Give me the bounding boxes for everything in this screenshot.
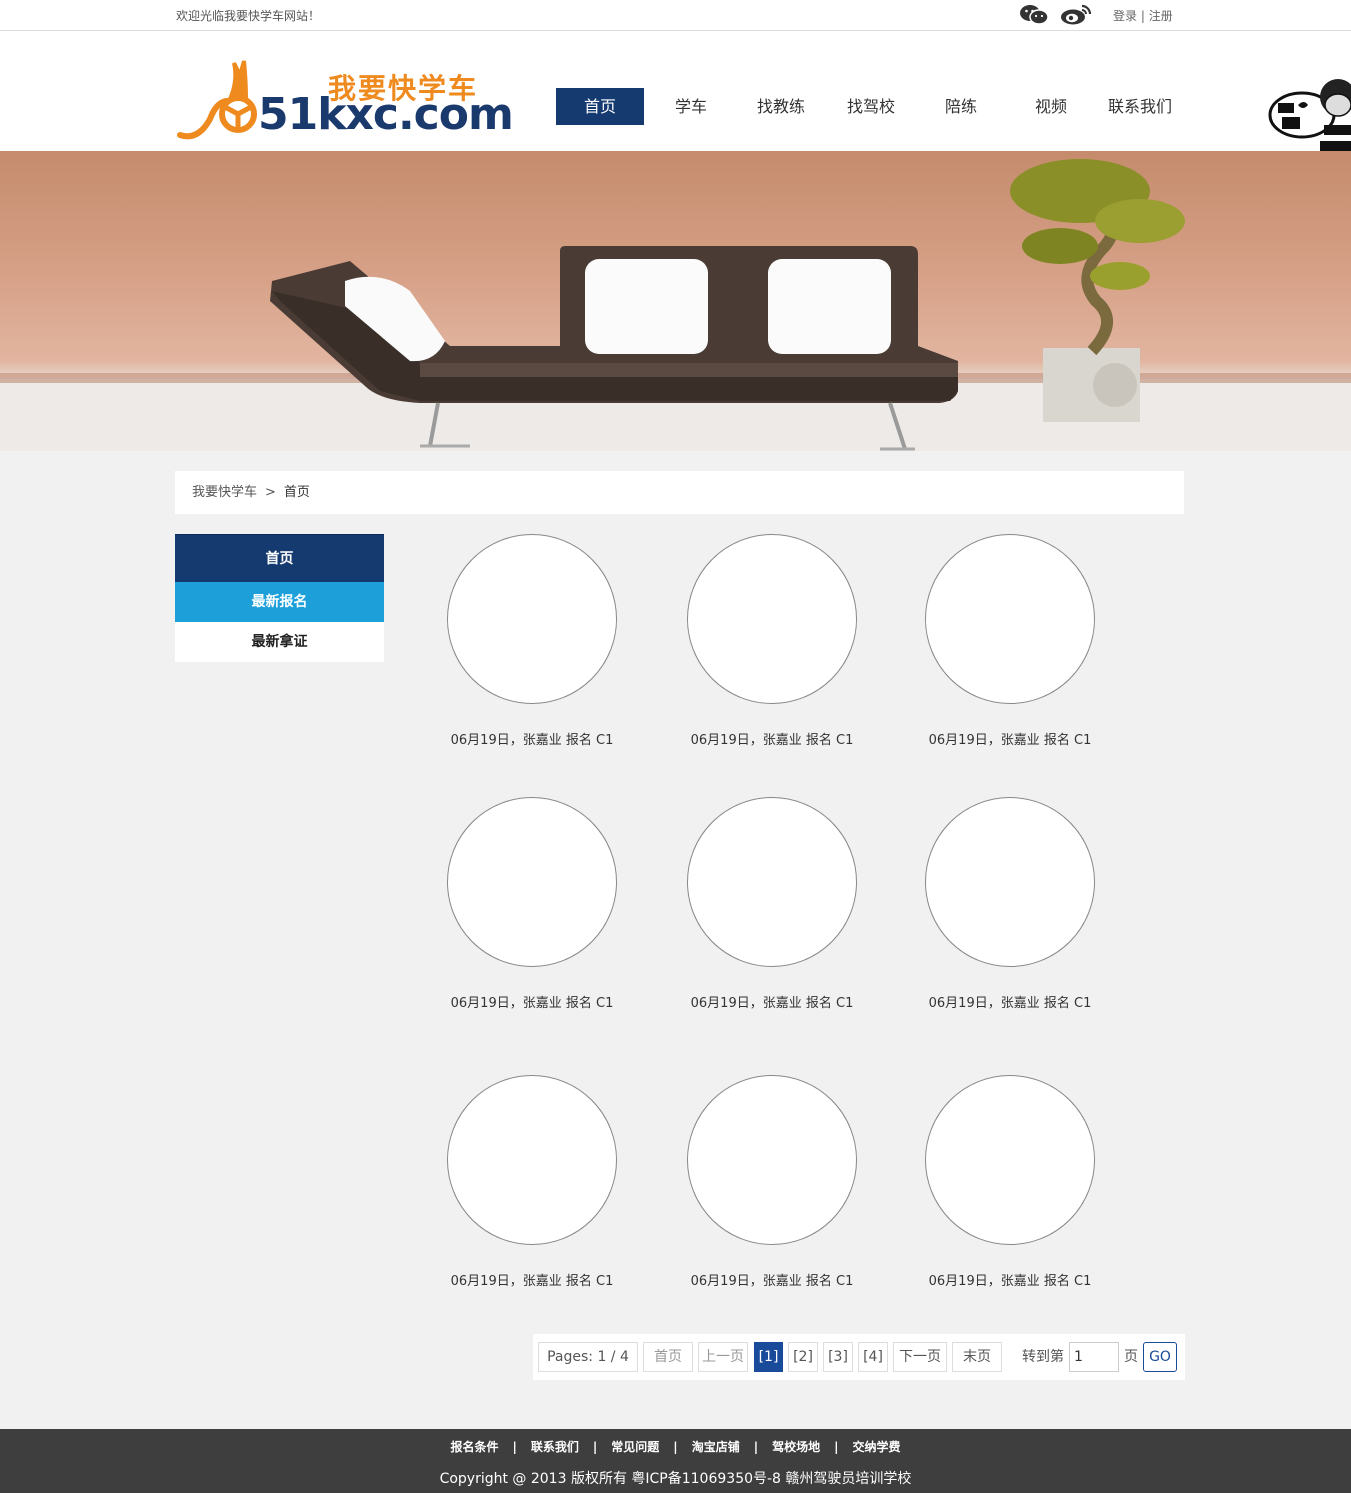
nav-item-school[interactable]: 找驾校 [826,88,916,125]
prev-page-button[interactable]: 上一页 [698,1342,748,1372]
breadcrumb-separator: > [265,485,276,500]
footer-separator: | [753,1440,759,1454]
nav-item-home[interactable]: 首页 [556,88,644,125]
goto-page-input[interactable] [1069,1342,1119,1372]
footer-link-tuition[interactable]: 交纳学费 [853,1440,901,1454]
footer-link-faq[interactable]: 常见问题 [611,1440,659,1454]
item-caption: 06月19日，张嘉业 报名 C1 [928,733,1092,748]
nav-item-video[interactable]: 视频 [1006,88,1096,125]
social-links [1018,3,1092,25]
register-link[interactable]: 注册 [1149,9,1173,23]
student-photo [925,534,1095,704]
auth-links: 登录 | 注册 [1113,7,1173,24]
sticker-image [1268,75,1351,153]
list-item[interactable]: 06月19日，张嘉业 报名 C1 [672,1075,872,1289]
list-item[interactable]: 06月19日，张嘉业 报名 C1 [910,534,1110,748]
footer-links: 报名条件 | 联系我们 | 常见问题 | 淘宝店铺 | 驾校场地 | 交纳学费 [0,1438,1351,1455]
footer-link-grounds[interactable]: 驾校场地 [772,1440,820,1454]
page-2-button[interactable]: [2] [788,1342,818,1372]
go-button[interactable]: GO [1143,1342,1177,1372]
list-item[interactable]: 06月19日，张嘉业 报名 C1 [910,797,1110,1011]
auth-divider: | [1140,9,1145,23]
logo-english-text: 51kxc.com [258,89,514,140]
next-page-button[interactable]: 下一页 [893,1342,947,1372]
welcome-text: 欢迎光临我要快学车网站！ [176,9,321,23]
kangaroo-logo-icon [177,60,257,140]
nav-item-contact[interactable]: 联系我们 [1096,88,1184,125]
login-link[interactable]: 登录 [1113,9,1137,23]
item-caption: 06月19日，张嘉业 报名 C1 [928,1274,1092,1289]
side-menu-title: 首页 [175,534,384,582]
footer: 报名条件 | 联系我们 | 常见问题 | 淘宝店铺 | 驾校场地 | 交纳学费 Copyright … [0,1429,1351,1493]
side-item-latest-license[interactable]: 最新拿证 [175,622,384,662]
student-photo [687,797,857,967]
item-caption: 06月19日，张嘉业 报名 C1 [450,996,614,1011]
footer-separator: | [834,1440,839,1454]
site-logo[interactable]: 我要快学车 51kxc.com [176,41,514,141]
goto-label: 转到第 [1022,1349,1064,1365]
breadcrumb: 我要快学车 > 首页 [175,471,1184,514]
copyright: Copyright @ 2013 版权所有 粤ICP备11069350号-8 赣… [439,1471,912,1487]
student-photo [447,1075,617,1245]
page-3-button[interactable]: [3] [823,1342,853,1372]
breadcrumb-root[interactable]: 我要快学车 [192,485,257,500]
item-caption: 06月19日，张嘉业 报名 C1 [690,733,854,748]
footer-link-requirements[interactable]: 报名条件 [450,1440,498,1454]
page-unit-label: 页 [1124,1349,1138,1365]
side-item-latest-signup[interactable]: 最新报名 [175,582,384,622]
first-page-button[interactable]: 首页 [643,1342,693,1372]
wechat-icon[interactable] [1018,3,1050,25]
page-4-button[interactable]: [4] [858,1342,888,1372]
footer-separator: | [512,1440,517,1454]
student-photo [925,797,1095,967]
list-item[interactable]: 06月19日，张嘉业 报名 C1 [672,534,872,748]
header: 我要快学车 51kxc.com 首页 学车 找教练 找驾校 陪练 视频 联系我们 [0,31,1351,151]
list-item[interactable]: 06月19日，张嘉业 报名 C1 [432,1075,632,1289]
side-menu: 首页 最新报名 最新拿证 [175,534,384,662]
main-nav: 首页 学车 找教练 找驾校 陪练 视频 联系我们 [556,88,1184,125]
page-count: Pages: 1 / 4 [538,1342,638,1372]
nav-item-learn[interactable]: 学车 [646,88,736,125]
student-photo [687,1075,857,1245]
hero-banner-image [0,151,1351,451]
pagination: Pages: 1 / 4 首页 上一页 [1] [2] [3] [4] 下一页 … [533,1334,1185,1380]
footer-separator: | [673,1440,678,1454]
nav-item-sparring[interactable]: 陪练 [916,88,1006,125]
list-item[interactable]: 06月19日，张嘉业 报名 C1 [432,534,632,748]
student-photo [447,534,617,704]
footer-link-taobao[interactable]: 淘宝店铺 [692,1440,740,1454]
top-bar: 欢迎光临我要快学车网站！ 登录 | 注册 [0,0,1351,31]
nav-item-coach[interactable]: 找教练 [736,88,826,125]
footer-separator: | [592,1440,598,1454]
list-item[interactable]: 06月19日，张嘉业 报名 C1 [432,797,632,1011]
item-caption: 06月19日，张嘉业 报名 C1 [690,1274,854,1289]
footer-link-contact[interactable]: 联系我们 [531,1440,579,1454]
breadcrumb-current: 首页 [283,485,310,500]
last-page-button[interactable]: 末页 [952,1342,1002,1372]
list-item[interactable]: 06月19日，张嘉业 报名 C1 [910,1075,1110,1289]
student-photo [447,797,617,967]
list-item[interactable]: 06月19日，张嘉业 报名 C1 [672,797,872,1011]
weibo-icon[interactable] [1060,3,1092,25]
page-1-button[interactable]: [1] [754,1342,783,1372]
student-photo [687,534,857,704]
item-caption: 06月19日，张嘉业 报名 C1 [690,996,854,1011]
item-caption: 06月19日，张嘉业 报名 C1 [928,996,1092,1011]
student-photo [925,1075,1095,1245]
item-caption: 06月19日，张嘉业 报名 C1 [450,1274,614,1289]
item-caption: 06月19日，张嘉业 报名 C1 [450,733,614,748]
